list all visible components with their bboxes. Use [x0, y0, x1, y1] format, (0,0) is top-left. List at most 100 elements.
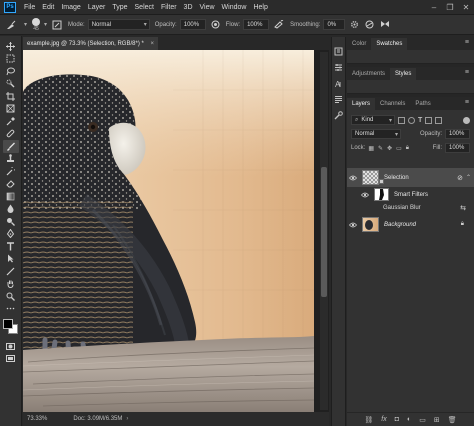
history-panel-icon[interactable]: [333, 45, 344, 58]
layer-name-selection[interactable]: Selection: [384, 175, 409, 181]
quick-mask-icon[interactable]: [3, 340, 19, 353]
layer-filter-kind-select[interactable]: ⌕ Kind ▾: [351, 115, 395, 125]
new-layer-icon[interactable]: ⊞: [434, 416, 440, 424]
frame-tool-icon[interactable]: [3, 103, 19, 116]
crop-tool-icon[interactable]: [3, 90, 19, 103]
brush-settings-panel-icon[interactable]: [52, 20, 62, 30]
delete-layer-trash-icon[interactable]: 🗑︎: [448, 416, 457, 424]
chevron-up-icon[interactable]: ⌃: [466, 174, 471, 181]
type-tool-icon[interactable]: [3, 240, 19, 253]
filter-smart-object-icon[interactable]: [435, 116, 443, 124]
brush-tool-icon[interactable]: [2, 140, 19, 153]
airbrush-icon[interactable]: [274, 20, 284, 29]
filter-blending-options-icon[interactable]: ⇆: [460, 204, 466, 212]
menu-3d[interactable]: 3D: [184, 4, 193, 11]
visibility-eye-icon[interactable]: [347, 222, 359, 228]
menu-window[interactable]: Window: [222, 4, 247, 11]
brush-tool-preset-icon[interactable]: [6, 20, 16, 30]
menu-help[interactable]: Help: [253, 4, 267, 11]
pen-tool-icon[interactable]: [3, 228, 19, 241]
menu-filter[interactable]: Filter: [161, 4, 177, 11]
foreground-color-swatch[interactable]: [2, 319, 13, 329]
path-selection-tool-icon[interactable]: [3, 253, 19, 266]
symmetry-butterfly-icon[interactable]: [380, 20, 390, 29]
status-arrow-icon[interactable]: ›: [126, 416, 128, 422]
maximize-button[interactable]: ❐: [442, 0, 458, 15]
chevron-down-icon[interactable]: ▾: [44, 21, 47, 28]
add-mask-icon[interactable]: ◘: [395, 416, 399, 423]
menu-edit[interactable]: Edit: [42, 4, 54, 11]
filter-toggle-icon[interactable]: [463, 116, 470, 124]
minimize-button[interactable]: –: [426, 0, 442, 15]
menu-select[interactable]: Select: [135, 4, 154, 11]
lock-image-icon[interactable]: ✎: [378, 145, 383, 152]
menu-file[interactable]: File: [24, 4, 35, 11]
quick-selection-tool-icon[interactable]: [3, 78, 19, 91]
lasso-tool-icon[interactable]: [3, 65, 19, 78]
zoom-level[interactable]: 73.33%: [27, 416, 47, 422]
fill-input[interactable]: 100%: [445, 143, 470, 153]
link-layers-icon[interactable]: ⛓︎: [364, 416, 373, 424]
tab-swatches[interactable]: Swatches: [371, 38, 408, 50]
layer-lock-icon[interactable]: 🔒︎: [461, 221, 464, 228]
pressure-size-icon[interactable]: [365, 20, 374, 29]
layer-opacity-input[interactable]: 100%: [445, 129, 470, 139]
panel-menu-icon[interactable]: ≡: [465, 39, 469, 46]
hand-tool-icon[interactable]: [3, 278, 19, 291]
brush-size-picker[interactable]: 45: [32, 17, 41, 32]
filter-pixel-icon[interactable]: [398, 116, 405, 124]
visibility-eye-icon[interactable]: [347, 175, 359, 181]
menu-layer[interactable]: Layer: [88, 4, 106, 11]
chevron-down-icon[interactable]: ▾: [24, 21, 27, 28]
history-brush-tool-icon[interactable]: [3, 165, 19, 178]
mode-select[interactable]: Normal ▾: [87, 19, 150, 30]
dodge-tool-icon[interactable]: [3, 215, 19, 228]
tab-styles[interactable]: Styles: [390, 68, 417, 80]
opacity-input[interactable]: 100%: [179, 19, 206, 30]
properties-panel-icon[interactable]: [333, 61, 344, 74]
smart-filters-row[interactable]: Smart Filters: [347, 187, 474, 202]
brush-settings-panel-icon[interactable]: [333, 109, 344, 122]
zoom-tool-icon[interactable]: [3, 290, 19, 303]
filter-adjustment-icon[interactable]: [408, 116, 415, 124]
screen-mode-icon[interactable]: [3, 353, 19, 366]
panel-menu-icon[interactable]: ≡: [465, 99, 469, 106]
tab-color[interactable]: Color: [347, 38, 371, 50]
character-panel-icon[interactable]: A: [333, 77, 344, 90]
visibility-eye-icon[interactable]: [359, 192, 371, 198]
panel-menu-icon[interactable]: ≡: [465, 69, 469, 76]
lock-all-icon[interactable]: 🔒︎: [406, 145, 409, 152]
healing-brush-tool-icon[interactable]: [3, 128, 19, 141]
new-adjustment-layer-icon[interactable]: ◐: [407, 416, 411, 423]
layer-background[interactable]: Background 🔒︎: [347, 215, 474, 234]
layer-name-background[interactable]: Background: [384, 222, 416, 228]
color-swatches[interactable]: [2, 318, 20, 336]
canvas-area[interactable]: [23, 50, 329, 412]
eraser-tool-icon[interactable]: [3, 178, 19, 191]
blend-mode-select[interactable]: Normal ▾: [351, 129, 401, 139]
smoothing-settings-gear-icon[interactable]: [350, 20, 359, 29]
lock-transparent-icon[interactable]: ▦: [368, 145, 374, 152]
move-tool-icon[interactable]: [3, 40, 19, 53]
layer-filter-effects-icon[interactable]: ⊘: [457, 174, 463, 182]
layer-style-fx-icon[interactable]: fx: [381, 416, 386, 423]
close-window-button[interactable]: ✕: [458, 0, 474, 15]
marquee-tool-icon[interactable]: [3, 53, 19, 66]
gradient-tool-icon[interactable]: [3, 190, 19, 203]
lock-artboard-icon[interactable]: ▭: [396, 145, 402, 152]
smart-filters-label[interactable]: Smart Filters: [394, 192, 428, 198]
paragraph-panel-icon[interactable]: [333, 93, 344, 106]
rectangle-tool-icon[interactable]: [3, 265, 19, 278]
more-tools-icon[interactable]: [3, 303, 19, 316]
tab-adjustments[interactable]: Adjustments: [347, 68, 390, 80]
menu-image[interactable]: Image: [61, 4, 80, 11]
smoothing-input[interactable]: 0%: [323, 19, 346, 30]
new-group-icon[interactable]: ▭: [419, 416, 426, 424]
layer-selection[interactable]: Selection ⊘ ⌃: [347, 168, 474, 187]
document-tab[interactable]: example.jpg @ 73.3% (Selection, RGB/8*) …: [23, 37, 158, 50]
flow-input[interactable]: 100%: [243, 19, 270, 30]
clone-stamp-tool-icon[interactable]: [3, 153, 19, 166]
tab-paths[interactable]: Paths: [410, 98, 435, 110]
scrollbar-thumb[interactable]: [321, 167, 327, 297]
filter-type-icon[interactable]: T: [418, 117, 422, 124]
